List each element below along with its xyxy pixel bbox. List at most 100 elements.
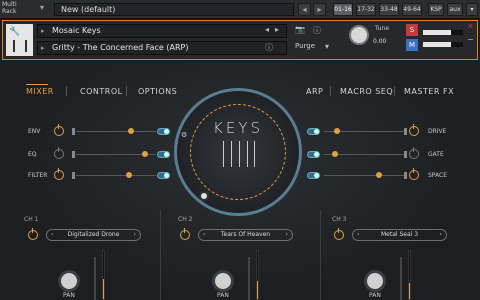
instrument-name-field[interactable]: ▸ Mosaic Keys <box>37 24 287 38</box>
ch2-pan-knob[interactable] <box>212 270 234 292</box>
env-toggle-knob <box>164 129 169 134</box>
ch1-pan-knob[interactable] <box>58 270 80 292</box>
tune-value[interactable]: 0.00 <box>373 38 401 48</box>
keys-bar <box>223 141 224 167</box>
tab-macro-seq[interactable]: MACRO SEQ <box>340 87 393 96</box>
ksp-button[interactable]: KSP <box>428 3 444 16</box>
ch3-pan-knob[interactable] <box>364 270 386 292</box>
wrench-icon[interactable]: 🔧 <box>9 27 20 37</box>
dial-position-handle[interactable] <box>199 191 209 201</box>
tab-master-fx[interactable]: MASTER FX <box>404 87 454 96</box>
keys-bar <box>231 141 232 167</box>
gate-slider-handle[interactable] <box>332 151 338 157</box>
tab-control[interactable]: CONTROL <box>80 87 123 96</box>
collapse-icon[interactable]: ▸ <box>41 25 45 37</box>
range-17-32-button[interactable]: 17-32 <box>356 3 376 16</box>
aux-button[interactable]: aux <box>447 3 463 16</box>
rack-next-icon[interactable]: ▸ <box>313 3 326 16</box>
space-slider-handle[interactable] <box>376 172 382 178</box>
keys-dial[interactable]: ⚙ KEYS <box>174 88 302 216</box>
info-icon[interactable]: ⓘ <box>265 42 273 53</box>
ch3-prev-icon[interactable]: ‹ <box>357 230 359 240</box>
filter-toggle[interactable] <box>157 172 170 179</box>
tab-separator <box>330 86 331 96</box>
range-33-48-button[interactable]: 33-48 <box>379 3 399 16</box>
ch1-sound-name: Digitalized Drone <box>67 231 120 238</box>
tab-options[interactable]: OPTIONS <box>138 87 177 96</box>
eq-slider-handle[interactable] <box>142 151 148 157</box>
output-meter-right <box>423 42 463 47</box>
tune-label: Tune <box>375 25 390 32</box>
range-01-16-button[interactable]: 01-16 <box>333 3 353 16</box>
range-49-64-button[interactable]: 49-64 <box>402 3 422 16</box>
gate-slider-end <box>404 151 407 158</box>
tune-knob[interactable] <box>349 25 369 45</box>
instrument-logo[interactable]: 🔧 <box>6 24 33 56</box>
env-power-icon[interactable] <box>54 124 64 136</box>
rack-collapse-icon[interactable]: ▾ <box>40 3 44 12</box>
ch3-next-icon[interactable]: › <box>440 230 442 240</box>
rack-name-field[interactable]: New (default) <box>54 3 294 16</box>
prev-preset-icon[interactable]: ◂ <box>265 25 269 34</box>
env-toggle[interactable] <box>157 128 170 135</box>
drive-slider-handle[interactable] <box>334 128 340 134</box>
minimize-icon[interactable]: − <box>467 35 474 44</box>
solo-button[interactable]: S <box>406 24 418 36</box>
ch3-label: CH 3 <box>332 216 347 223</box>
instrument-header: 🔧 ▸ Mosaic Keys ▸ Gritty - The Concerned… <box>2 20 478 60</box>
ch2-prev-icon[interactable]: ‹ <box>203 230 205 240</box>
filter-slider[interactable] <box>76 175 156 176</box>
ch1-power-icon[interactable] <box>28 228 38 240</box>
eq-toggle-knob <box>164 152 169 157</box>
ch3-meter-fill <box>409 283 410 299</box>
ch1-fader[interactable] <box>94 257 96 300</box>
tab-arp[interactable]: ARP <box>306 87 323 96</box>
instrument-name: Mosaic Keys <box>52 26 101 35</box>
tab-mixer[interactable]: MIXER <box>26 87 54 96</box>
ch3-power-icon[interactable] <box>334 228 344 240</box>
filter-slider-handle[interactable] <box>126 172 132 178</box>
rack-prev-icon[interactable]: ◂ <box>298 3 311 16</box>
ch1-pan-label: PAN <box>63 292 75 299</box>
ch2-next-icon[interactable]: › <box>286 230 288 240</box>
ch1-prev-icon[interactable]: ‹ <box>51 230 53 240</box>
ch3-sound-select[interactable]: ‹ Metal Seal 3 › <box>352 229 447 241</box>
env-slider[interactable] <box>76 131 156 132</box>
space-power-icon[interactable] <box>409 168 419 180</box>
ch2-power-icon[interactable] <box>180 228 190 240</box>
space-slider[interactable] <box>324 175 404 176</box>
tab-separator <box>66 86 67 96</box>
env-slider-handle[interactable] <box>128 128 134 134</box>
ch3-meter <box>408 250 411 300</box>
next-preset-icon[interactable]: ▸ <box>275 25 279 34</box>
preset-menu-icon[interactable]: ▸ <box>41 42 45 54</box>
close-icon[interactable]: ✕ <box>467 22 474 31</box>
preset-name: Gritty - The Concerned Face (ARP) <box>52 43 189 52</box>
drive-power-icon[interactable] <box>409 124 419 136</box>
filter-power-icon[interactable] <box>54 168 64 180</box>
gate-toggle[interactable] <box>307 151 320 158</box>
keys-bar <box>239 141 240 167</box>
ch2-fader[interactable] <box>248 257 250 300</box>
tab-separator <box>126 86 127 96</box>
ch3-fader[interactable] <box>400 257 402 300</box>
drive-toggle[interactable] <box>307 128 320 135</box>
rack-menu-icon[interactable]: ▾ <box>466 3 478 16</box>
info-circle-icon[interactable]: ⓘ <box>313 25 321 36</box>
ch1-sound-select[interactable]: ‹ Digitalized Drone › <box>46 229 141 241</box>
purge-menu[interactable]: Purge <box>295 42 315 50</box>
ch2-sound-select[interactable]: ‹ Tears Of Heaven › <box>198 229 293 241</box>
tab-separator <box>394 86 395 96</box>
mute-button[interactable]: M <box>406 39 418 51</box>
gate-label: GATE <box>428 151 444 158</box>
ch3-pan-label: PAN <box>369 292 381 299</box>
multi-rack-bar: Multi Rack ▾ New (default) ◂ ▸ 01-16 17-… <box>0 0 480 19</box>
eq-toggle[interactable] <box>157 151 170 158</box>
eq-power-icon[interactable] <box>54 147 64 159</box>
camera-icon[interactable]: 📷 <box>295 25 305 34</box>
space-toggle[interactable] <box>307 172 320 179</box>
gate-power-icon[interactable] <box>409 147 419 159</box>
ch1-next-icon[interactable]: › <box>134 230 136 240</box>
preset-name-field[interactable]: ▸ Gritty - The Concerned Face (ARP) <box>37 41 287 55</box>
purge-arrow-icon[interactable]: ▾ <box>325 42 329 51</box>
